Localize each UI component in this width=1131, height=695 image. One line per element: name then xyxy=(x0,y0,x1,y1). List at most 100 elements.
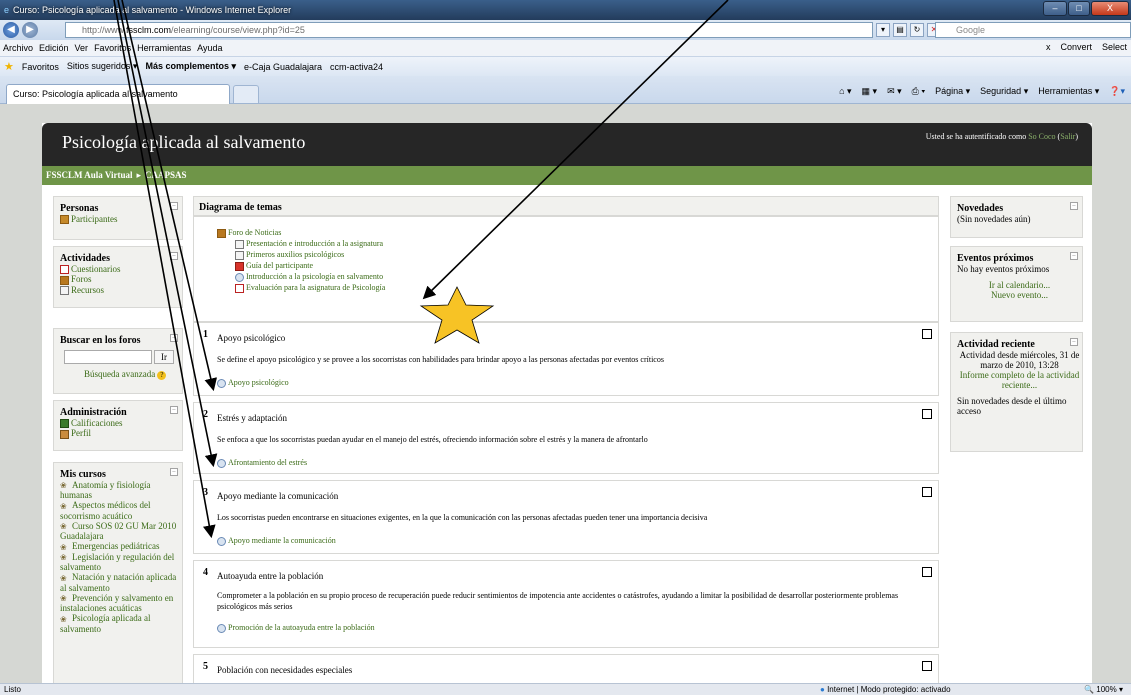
favorites-star-icon[interactable]: ★ xyxy=(4,60,14,73)
course-link[interactable]: ❀ Aspectos médicos del socorrismo acuátic… xyxy=(54,500,182,520)
collapse-icon[interactable]: − xyxy=(170,334,178,342)
page-title: Psicología aplicada al salvamento xyxy=(62,132,306,152)
collapse-icon[interactable]: − xyxy=(1070,252,1078,260)
course-icon: ❀ xyxy=(60,542,67,552)
show-only-topic-checkbox[interactable] xyxy=(922,487,932,497)
collapse-icon[interactable]: − xyxy=(1070,202,1078,210)
course-link[interactable]: ❀ Natación y natación aplicada al salvame… xyxy=(54,572,182,592)
resource-item[interactable]: Primeros auxilios psicológicos xyxy=(217,249,914,260)
foros-link[interactable]: Foros xyxy=(54,274,182,285)
print-icon[interactable]: ⎙ ▾ xyxy=(912,86,925,97)
help-icon[interactable]: ? xyxy=(157,371,167,380)
full-report-link[interactable]: Informe completo de la actividad recient… xyxy=(951,370,1082,390)
resource-item[interactable]: Evaluación para la asignatura de Psicolo… xyxy=(217,282,914,293)
url-input[interactable]: http://www.fssclm.com/elearning/course/v… xyxy=(65,22,873,38)
forum-search-go-button[interactable]: Ir xyxy=(154,350,174,364)
course-link[interactable]: ❀ Emergencias pediátricas xyxy=(54,541,182,551)
collapse-icon[interactable]: − xyxy=(170,252,178,260)
menu-ver[interactable]: Ver xyxy=(75,43,89,53)
collapse-icon[interactable]: − xyxy=(170,468,178,476)
course-link[interactable]: ❀ Anatomía y fisiología humanas xyxy=(54,480,182,500)
topic-link[interactable]: Afrontamiento del estrés xyxy=(217,457,914,468)
resource-item[interactable]: Introducción a la psicología en salvamen… xyxy=(217,271,914,282)
topic-link[interactable]: Promoción de la autoayuda entre la pobla… xyxy=(217,622,914,633)
tab-course[interactable]: Curso: Psicología aplicada al salvamento xyxy=(6,84,230,104)
mail-icon[interactable]: ✉ ▾ xyxy=(887,86,902,97)
collapse-icon[interactable]: − xyxy=(1070,338,1078,346)
calificaciones-link[interactable]: Calificaciones xyxy=(54,418,182,429)
course-link[interactable]: ❀ Prevención y salvamento en instalacione… xyxy=(54,593,182,613)
link-icon xyxy=(217,378,226,388)
course-link[interactable]: ❀ Legislación y regulación del salvamento xyxy=(54,552,182,572)
fav-mas-complementos[interactable]: Más complementos ▾ xyxy=(145,61,236,72)
menu-edicion[interactable]: Edición xyxy=(39,43,69,53)
login-info: Usted se ha autentificado como So Coco (… xyxy=(925,132,1078,141)
convert-button[interactable]: Convert xyxy=(1060,42,1092,52)
dropdown-icon[interactable]: ▾ xyxy=(876,23,890,37)
forward-button[interactable]: ▶ xyxy=(22,22,38,38)
menu-favoritos[interactable]: Favoritos xyxy=(94,43,131,53)
show-only-topic-checkbox[interactable] xyxy=(922,409,932,419)
cmd-seguridad[interactable]: Seguridad ▾ xyxy=(980,86,1028,97)
close-button[interactable]: X xyxy=(1091,1,1129,16)
minimize-button[interactable]: – xyxy=(1043,1,1067,16)
favorites-button[interactable]: Favoritos xyxy=(22,62,59,72)
breadcrumb-course[interactable]: CAAPSAS xyxy=(145,170,187,180)
status-text: Listo xyxy=(4,685,21,694)
topic-link[interactable]: Apoyo psicológico xyxy=(217,377,914,388)
logout-link[interactable]: Salir xyxy=(1060,132,1075,141)
new-tab-button[interactable] xyxy=(233,85,259,103)
block-eventos: Eventos próximos − No hay eventos próxim… xyxy=(950,246,1083,322)
back-button[interactable]: ◀ xyxy=(3,22,19,38)
search-input[interactable]: Google xyxy=(935,22,1131,38)
breadcrumb-home[interactable]: FSSCLM Aula Virtual xyxy=(46,170,133,180)
menu-archivo[interactable]: Archivo xyxy=(3,43,33,53)
resource-item[interactable]: Guía del participante xyxy=(217,260,914,271)
advanced-search-link[interactable]: Búsqueda avanzada ? xyxy=(54,369,182,380)
perfil-link[interactable]: Perfil xyxy=(54,428,182,439)
compat-view-icon[interactable]: ▤ xyxy=(893,23,907,37)
activity-since: Actividad desde miércoles, 31 de marzo d… xyxy=(959,350,1080,370)
moodle-page: Psicología aplicada al salvamento Usted … xyxy=(42,123,1092,683)
topic-link[interactable]: Apoyo mediante la comunicación xyxy=(217,535,914,546)
feeds-icon[interactable]: ▦ ▾ xyxy=(862,86,878,97)
fav-sitios-sugeridos[interactable]: Sitios sugeridos ▾ xyxy=(67,61,138,72)
recursos-link[interactable]: Recursos xyxy=(54,285,182,296)
new-event-link[interactable]: Nuevo evento... xyxy=(951,290,1082,300)
collapse-icon[interactable]: − xyxy=(170,202,178,210)
cmd-pagina[interactable]: Página ▾ xyxy=(935,86,970,97)
resource-item[interactable]: Presentación e introducción a la asignat… xyxy=(217,238,914,249)
zoom-level[interactable]: 🔍 100% ▾ xyxy=(1084,684,1123,695)
fav-ccm[interactable]: ccm-activa24 xyxy=(330,62,383,72)
collapse-icon[interactable]: − xyxy=(170,406,178,414)
topic-4: 4 Autoayuda entre la población Compromet… xyxy=(193,560,939,648)
block-title: Personas xyxy=(60,203,99,214)
quiz-icon xyxy=(60,265,69,275)
menu-ayuda[interactable]: Ayuda xyxy=(197,43,222,53)
user-link[interactable]: So Coco xyxy=(1028,132,1055,141)
topic-1: 1 Apoyo psicológico Se define el apoyo p… xyxy=(193,322,939,396)
menu-herramientas[interactable]: Herramientas xyxy=(137,43,191,53)
maximize-button[interactable]: □ xyxy=(1068,1,1090,16)
security-zone[interactable]: ● Internet | Modo protegido: activado xyxy=(820,684,951,695)
refresh-icon[interactable]: ↻ xyxy=(910,23,924,37)
show-only-topic-checkbox[interactable] xyxy=(922,329,932,339)
block-buscar-foros: Buscar en los foros − Ir Búsqueda avanza… xyxy=(53,328,183,394)
cmd-herramientas[interactable]: Herramientas ▾ xyxy=(1038,86,1099,97)
resource-item[interactable]: Foro de Noticias xyxy=(217,227,914,238)
show-only-topic-checkbox[interactable] xyxy=(922,661,932,671)
fav-ecaja[interactable]: e-Caja Guadalajara xyxy=(244,62,322,72)
block-title: Novedades xyxy=(957,203,1004,214)
forum-search-input[interactable] xyxy=(64,350,152,364)
topic-name: Apoyo psicológico xyxy=(217,333,286,343)
select-button[interactable]: Select xyxy=(1102,42,1127,52)
home-icon[interactable]: ⌂ ▾ xyxy=(839,86,851,97)
cuestionarios-link[interactable]: Cuestionarios xyxy=(54,264,182,275)
help-icon[interactable]: ❓▾ xyxy=(1109,86,1125,97)
calendar-link[interactable]: Ir al calendario... xyxy=(951,280,1082,290)
course-link[interactable]: ❀ Curso SOS 02 GU Mar 2010 Guadalajara xyxy=(54,521,182,541)
course-link[interactable]: ❀ Psicología aplicada al salvamento xyxy=(54,613,182,633)
show-only-topic-checkbox[interactable] xyxy=(922,567,932,577)
toolbar-close-button[interactable]: x xyxy=(1046,42,1051,52)
participantes-link[interactable]: Participantes xyxy=(54,214,182,225)
